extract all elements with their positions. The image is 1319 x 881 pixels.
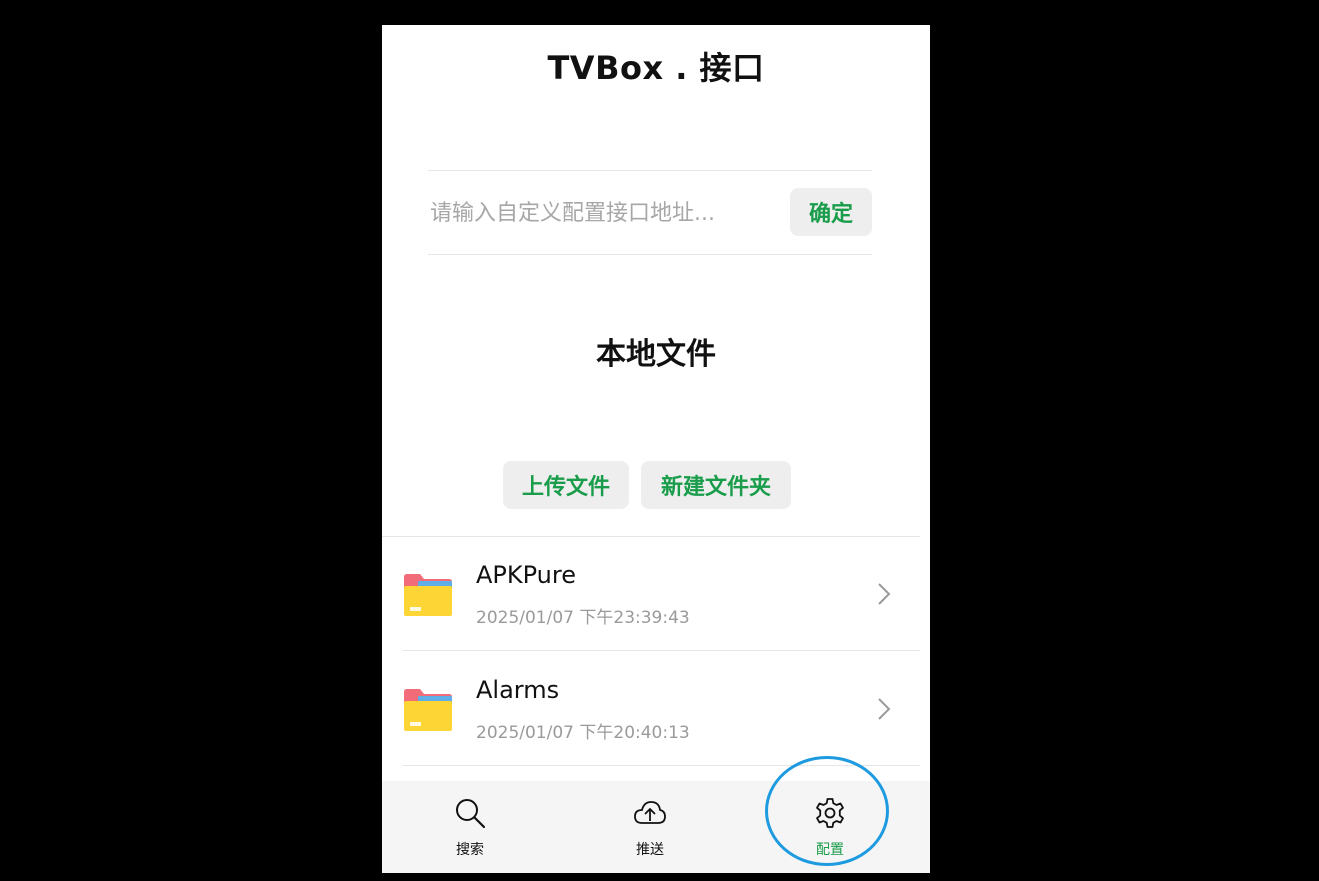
chevron-right-icon [878,583,891,605]
file-date: 2025/01/07 下午20:40:13 [476,723,690,743]
page-title: TVBox . 接口 [547,49,765,87]
local-files-title: 本地文件 [596,337,716,372]
new-folder-button[interactable]: 新建文件夹 [641,461,791,509]
folder-icon [404,689,452,731]
tab-label: 搜索 [456,842,484,858]
file-name: APKPure [476,561,576,589]
bottom-tab-bar: 搜索 推送 配置 [382,781,930,873]
file-list-item[interactable]: Alarms 2025/01/07 下午20:40:13 [382,652,920,766]
confirm-button[interactable]: 确定 [790,188,872,236]
gear-icon [816,798,844,828]
tab-config[interactable]: 配置 [770,781,890,873]
tab-label: 配置 [816,842,844,858]
tab-search[interactable]: 搜索 [410,781,530,873]
search-icon [456,799,486,829]
tab-label: 推送 [636,842,664,858]
folder-icon [404,574,452,616]
row-divider [403,765,920,766]
file-name: Alarms [476,676,560,704]
upload-file-button[interactable]: 上传文件 [503,461,629,509]
row-divider [403,650,920,651]
file-list-item[interactable]: APKPure 2025/01/07 下午23:39:43 [382,537,920,651]
app-screen: TVBox . 接口 确定 本地文件 上传文件 新建文件夹 APKPure 20… [382,25,930,873]
config-url-row: 确定 [428,170,872,255]
tab-push[interactable]: 推送 [590,781,710,873]
chevron-right-icon [878,698,891,720]
file-date: 2025/01/07 下午23:39:43 [476,608,690,628]
cloud-upload-icon [634,801,666,824]
config-url-input[interactable] [428,195,772,231]
